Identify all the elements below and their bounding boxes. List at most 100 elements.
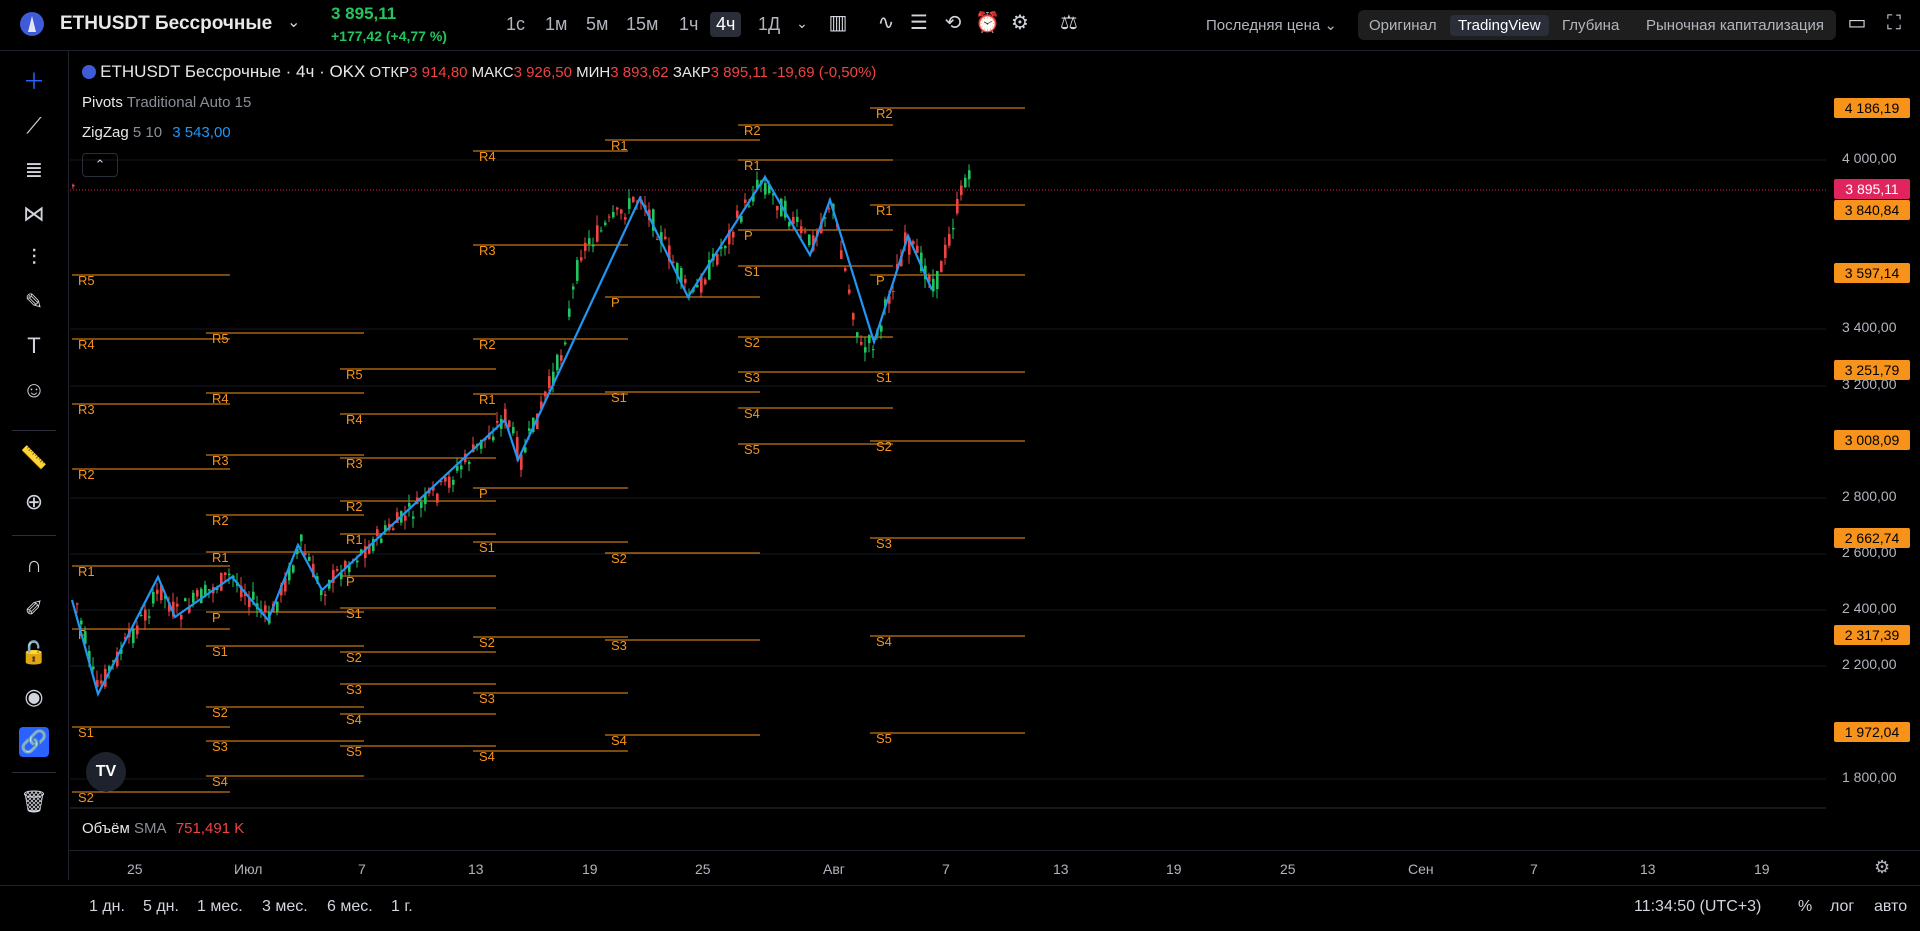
candles-icon[interactable]: ▥ <box>827 12 849 34</box>
tf-5m[interactable]: 5м <box>580 12 614 37</box>
chevron-down-icon[interactable]: ⌄ <box>287 12 300 32</box>
volume-legend[interactable]: Объём SMA 751,491 K <box>82 820 244 837</box>
unlock-icon[interactable]: 🔓 <box>19 638 49 668</box>
range-5d[interactable]: 5 дн. <box>143 898 179 916</box>
mode-depth[interactable]: Глубина <box>1554 15 1627 36</box>
gear-icon[interactable]: ⚙ <box>1009 12 1031 34</box>
range-6m[interactable]: 6 мес. <box>327 898 373 916</box>
range-1m[interactable]: 1 мес. <box>197 898 243 916</box>
pivot-label: S2 <box>479 635 495 650</box>
range-1y[interactable]: 1 г. <box>391 898 413 916</box>
trendline-icon[interactable]: ⟋ <box>19 111 49 141</box>
scale-icon[interactable]: ⚖ <box>1058 12 1080 34</box>
indicators-icon[interactable]: ∿ <box>875 12 897 34</box>
time-tick: 19 <box>582 861 598 877</box>
candle-body <box>868 335 871 344</box>
mode-tradingview[interactable]: TradingView <box>1450 15 1549 36</box>
symbol-name[interactable]: ETHUSDT Бессрочные <box>60 13 272 35</box>
tf-1m[interactable]: 1м <box>539 12 573 37</box>
pivot-label: R1 <box>78 564 95 579</box>
candle-body <box>860 342 863 345</box>
collapse-legend-button[interactable]: ⌃ <box>82 153 118 177</box>
clock[interactable]: 11:34:50 (UTC+3) <box>1634 898 1761 916</box>
candle-body <box>308 556 311 561</box>
pivot-label: R5 <box>346 367 363 382</box>
auto-toggle[interactable]: авто <box>1874 898 1907 916</box>
replay-icon[interactable]: ⟲ <box>942 12 964 34</box>
pivot-label: S1 <box>744 264 760 279</box>
price-source-select[interactable]: Последняя цена ⌄ <box>1206 16 1337 34</box>
tf-1h[interactable]: 1ч <box>673 12 704 37</box>
zigzag-params: 5 10 <box>132 124 163 141</box>
lock-drawing-icon[interactable]: ✐ <box>19 594 49 624</box>
time-axis[interactable]: 25 Июл 7 13 19 25 Авг 7 13 19 25 Сен 7 1… <box>68 850 1920 885</box>
candle-body <box>220 572 223 591</box>
gear-icon[interactable]: ⚙ <box>1874 857 1890 878</box>
price-box: 1 972,04 <box>1834 722 1910 742</box>
pivot-label: S2 <box>346 650 362 665</box>
pivot-label: S1 <box>479 540 495 555</box>
tf-1s[interactable]: 1с <box>500 12 531 37</box>
text-icon[interactable]: T <box>19 331 49 361</box>
candle-body <box>828 208 831 210</box>
trash-icon[interactable]: 🗑 <box>19 787 49 817</box>
pivot-label: P <box>346 574 355 589</box>
brush-icon[interactable]: ✎ <box>19 287 49 317</box>
candle-body <box>944 244 947 258</box>
tf-4h[interactable]: 4ч <box>710 12 742 37</box>
forecast-icon[interactable]: ⫶ <box>19 243 49 273</box>
candle-body <box>264 605 267 613</box>
eye-icon[interactable]: ◉ <box>19 682 49 712</box>
fullscreen-icon[interactable]: ⛶ <box>1883 12 1905 34</box>
link-icon[interactable]: 🔗 <box>19 727 49 757</box>
candle-body <box>584 242 587 251</box>
mode-market-cap[interactable]: Рыночная капитализация <box>1638 15 1832 36</box>
ruler-icon[interactable]: 📏 <box>19 443 49 473</box>
pivot-label: R4 <box>479 149 496 164</box>
pattern-icon[interactable]: ⋈ <box>19 199 49 229</box>
pivot-label: S2 <box>212 705 228 720</box>
pivot-label: R4 <box>78 337 95 352</box>
emoji-icon[interactable]: ☺ <box>19 375 49 405</box>
current-price-box: 3 895,11 <box>1834 179 1910 199</box>
legend-title[interactable]: ETHUSDT Бессрочные · 4ч · OKX <box>100 62 365 81</box>
percent-toggle[interactable]: % <box>1798 898 1812 916</box>
candle-body <box>724 245 727 249</box>
list-icon[interactable]: ☰ <box>908 12 930 34</box>
pivot-label: P <box>611 295 620 310</box>
candle-body <box>704 279 707 285</box>
view-mode-switcher: Оригинал TradingView Глубина Рыночная ка… <box>1358 10 1836 40</box>
price-tick: 3 400,00 <box>1842 319 1897 335</box>
candle-body <box>512 426 515 434</box>
tf-1d[interactable]: 1Д <box>752 12 786 37</box>
candle-body <box>968 170 971 180</box>
crosshair-icon[interactable]: ＋ <box>19 67 49 97</box>
layout-icon[interactable]: ▭ <box>1846 12 1868 34</box>
candle-body <box>148 616 151 618</box>
tradingview-logo-icon[interactable]: TV <box>86 752 126 792</box>
candle-body <box>864 347 867 353</box>
fib-icon[interactable]: ≣ <box>19 155 49 185</box>
range-1d[interactable]: 1 дн. <box>89 898 125 916</box>
chart-canvas[interactable]: R5 R4 R3 R2 R1 P S1 S2 R5 R4 R3 R2 R1 P S1 S2 S3 S4 R5 R4 R3… <box>0 0 1920 930</box>
log-toggle[interactable]: лог <box>1830 898 1854 916</box>
zigzag-legend[interactable]: ZigZag 5 10 3 543,00 <box>82 124 231 141</box>
mode-original[interactable]: Оригинал <box>1361 15 1445 36</box>
chevron-down-icon[interactable]: ⌄ <box>791 12 813 34</box>
price-box: 2 662,74 <box>1834 528 1910 548</box>
pivot-label: R5 <box>78 273 95 288</box>
range-3m[interactable]: 3 мес. <box>262 898 308 916</box>
pivots-legend[interactable]: Pivots Traditional Auto 15 <box>82 94 251 111</box>
price-axis[interactable]: 4 000,00 3 400,00 3 200,00 2 800,00 2 60… <box>1826 50 1920 810</box>
pivot-label: R1 <box>346 532 363 547</box>
candle-body <box>180 614 183 620</box>
price-tick: 2 200,00 <box>1842 656 1897 672</box>
magnet-icon[interactable]: ∩ <box>19 550 49 580</box>
tf-15m[interactable]: 15м <box>620 12 664 37</box>
alert-icon[interactable]: ⏰ <box>975 12 1000 34</box>
candle-body <box>208 589 211 591</box>
zoom-icon[interactable]: ⊕ <box>19 487 49 517</box>
candle-body <box>732 231 735 238</box>
time-tick: Авг <box>823 861 845 877</box>
pivot-label: S5 <box>744 442 760 457</box>
